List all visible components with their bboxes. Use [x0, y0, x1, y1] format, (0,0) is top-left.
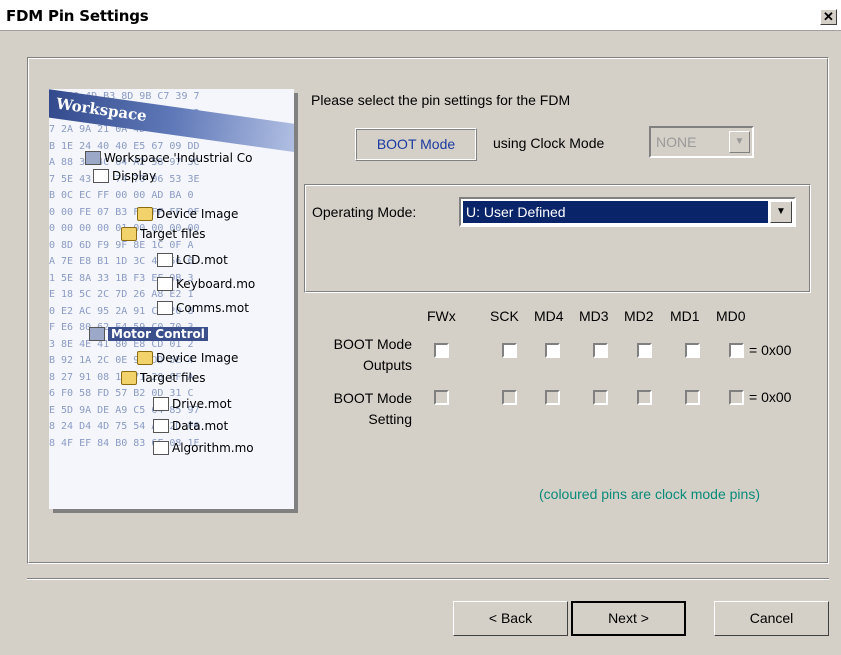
workspace-icon	[85, 151, 101, 165]
tree-item-label: Comms.mot	[176, 301, 249, 315]
tree-item: Comms.mot	[157, 301, 249, 315]
tree-item-label: Target files	[140, 371, 206, 385]
pin-column-header: MD0	[716, 308, 746, 324]
folder-icon	[137, 207, 153, 221]
file-icon	[157, 277, 173, 291]
pin-checkbox	[637, 390, 652, 405]
clock-mode-value: NONE	[656, 134, 697, 150]
file-icon	[93, 169, 109, 183]
pin-checkbox[interactable]	[434, 343, 449, 358]
pin-column-header: MD4	[534, 308, 564, 324]
pin-checkbox[interactable]	[729, 343, 744, 358]
folder-icon	[121, 227, 137, 241]
tree-item: Device Image	[137, 207, 238, 221]
tree-item-label: Target files	[140, 227, 206, 241]
pin-checkbox	[729, 390, 744, 405]
close-button[interactable]: ✕	[820, 9, 837, 25]
file-icon	[153, 397, 169, 411]
tree-item: Display	[93, 169, 156, 183]
tree-item-label: Motor Control	[108, 327, 208, 341]
boot-mode-text: BOOT Mode	[356, 129, 476, 160]
file-icon	[153, 419, 169, 433]
tree-item: Keyboard.mo	[157, 277, 255, 291]
pin-checkbox[interactable]	[637, 343, 652, 358]
clock-mode-select[interactable]: NONE ▼	[649, 126, 754, 158]
tree-item-label: Keyboard.mo	[176, 277, 256, 291]
file-icon	[153, 441, 169, 455]
chevron-down-icon: ▼	[729, 131, 750, 153]
pin-checkbox	[545, 390, 560, 405]
pin-hex-value: = 0x00	[749, 342, 792, 358]
pin-checkbox	[685, 390, 700, 405]
tree-item-label: Algorithm.mo	[172, 441, 254, 455]
pin-checkbox	[593, 390, 608, 405]
back-button[interactable]: < Back	[453, 601, 568, 636]
separator	[27, 578, 829, 580]
tree-item-label: LCD.mot	[176, 253, 228, 267]
tree-item-label: Workspace 'Industrial Co	[104, 151, 253, 165]
operating-mode-select[interactable]: U: User Defined ▼	[459, 197, 796, 227]
pin-hex-value: = 0x00	[749, 389, 792, 405]
pin-checkbox[interactable]	[545, 343, 560, 358]
clock-pins-note: (coloured pins are clock mode pins)	[539, 486, 760, 502]
tree-item-label: Device Image	[156, 351, 239, 365]
next-button[interactable]: Next >	[571, 601, 686, 636]
tree-item-label: Display	[112, 169, 157, 183]
pin-column-header: MD2	[624, 308, 654, 324]
workspace-icon	[89, 327, 105, 341]
instruction-text: Please select the pin settings for the F…	[311, 92, 571, 108]
tree-item: Drive.mot	[153, 397, 232, 411]
operating-mode-label: Operating Mode:	[312, 204, 417, 220]
workspace-illustration: 8F C0 4D B3 8D 9B C7 39 7 5F 35 B2 D1 40…	[49, 89, 294, 509]
tree-item: LCD.mot	[157, 253, 228, 267]
folder-icon	[137, 351, 153, 365]
boot-mode-label: BOOT Mode	[355, 128, 477, 161]
pin-column-header: MD3	[579, 308, 609, 324]
tree-item: Algorithm.mo	[153, 441, 254, 455]
pin-checkbox[interactable]	[502, 343, 517, 358]
tree-item: Device Image	[137, 351, 238, 365]
tree-item: Target files	[121, 371, 205, 385]
pin-checkbox[interactable]	[593, 343, 608, 358]
window-title: FDM Pin Settings	[6, 7, 149, 25]
title-bar: FDM Pin Settings ✕	[0, 0, 841, 31]
chevron-down-icon[interactable]: ▼	[770, 201, 792, 223]
tree-item: Data.mot	[153, 419, 228, 433]
tree-item-label: Data.mot	[172, 419, 229, 433]
tree-item: Target files	[121, 227, 205, 241]
tree-item-label: Drive.mot	[172, 397, 232, 411]
operating-mode-value: U: User Defined	[463, 201, 768, 223]
pin-column-header: MD1	[670, 308, 700, 324]
tree-item: Workspace 'Industrial Co	[85, 151, 253, 165]
pin-row-label: BOOT Mode Outputs	[333, 336, 412, 373]
pin-row-label: BOOT Mode Setting	[333, 390, 412, 427]
cancel-button[interactable]: Cancel	[714, 601, 829, 636]
folder-icon	[121, 371, 137, 385]
pin-checkbox	[502, 390, 517, 405]
tree-item-label: Device Image	[156, 207, 239, 221]
tree-item: Motor Control	[89, 327, 208, 341]
pin-column-header: FWx	[427, 308, 456, 324]
file-icon	[157, 253, 173, 267]
file-icon	[157, 301, 173, 315]
pin-column-header: SCK	[490, 308, 519, 324]
using-clock-mode-label: using Clock Mode	[493, 135, 605, 151]
pin-checkbox[interactable]	[685, 343, 700, 358]
pin-checkbox	[434, 390, 449, 405]
